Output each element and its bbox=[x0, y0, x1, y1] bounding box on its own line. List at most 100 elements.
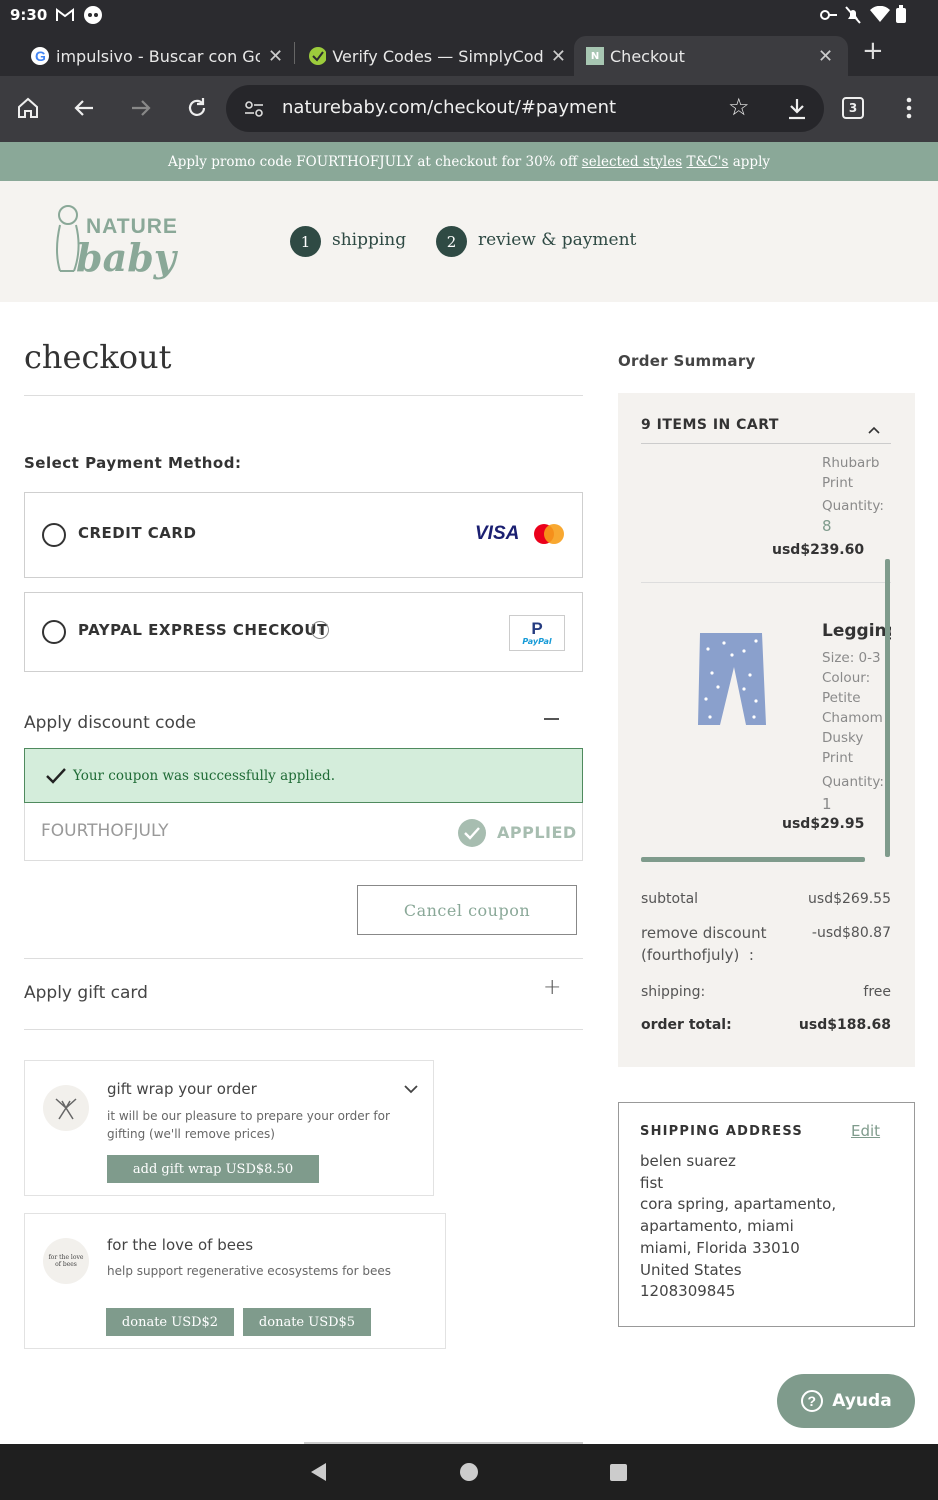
vertical-scrollbar[interactable] bbox=[885, 559, 890, 857]
cancel-coupon-button[interactable]: Cancel coupon bbox=[357, 885, 577, 935]
paypal-option[interactable]: PAYPAL EXPRESS CHECKOUT i P PayPal bbox=[24, 592, 583, 672]
coupon-code-field[interactable]: FOURTHOFJULY APPLIED bbox=[24, 803, 583, 861]
discount-value: -usd$80.87 bbox=[811, 925, 891, 941]
paypal-label: PAYPAL EXPRESS CHECKOUT bbox=[78, 621, 328, 639]
expand-plus-icon[interactable]: + bbox=[543, 975, 561, 1000]
svg-text:?: ? bbox=[808, 1393, 817, 1409]
close-tab-icon[interactable]: ✕ bbox=[268, 46, 283, 67]
add-gift-wrap-button[interactable]: add gift wrap USD$8.50 bbox=[107, 1155, 319, 1183]
logo-text-baby: baby bbox=[76, 235, 176, 280]
home-icon[interactable] bbox=[16, 96, 40, 120]
address-line: 1208309845 bbox=[640, 1282, 736, 1301]
item-1-price: usd$239.60 bbox=[772, 542, 865, 558]
status-time: 9:30 bbox=[10, 6, 48, 24]
help-button[interactable]: ? Ayuda bbox=[777, 1374, 915, 1428]
order-summary-title: Order Summary bbox=[618, 352, 756, 370]
donate-2-button[interactable]: donate USD$2 bbox=[106, 1308, 234, 1336]
nav-recents-icon[interactable] bbox=[609, 1463, 628, 1482]
discount-code-heading[interactable]: Apply discount code bbox=[24, 713, 196, 733]
item-2-qty-value[interactable]: 1 bbox=[822, 794, 884, 814]
svg-text:G: G bbox=[35, 48, 46, 64]
shipping-address-box: SHIPPING ADDRESS Edit belen suarez fist … bbox=[618, 1102, 915, 1327]
divider bbox=[641, 582, 891, 583]
item-1-attr: Print bbox=[822, 475, 854, 491]
nav-home-icon[interactable] bbox=[459, 1462, 479, 1482]
url-text[interactable]: naturebaby.com/checkout/#payment bbox=[282, 97, 616, 118]
reload-icon[interactable] bbox=[186, 97, 208, 119]
forward-icon[interactable] bbox=[130, 97, 152, 119]
coupon-success-alert: Your coupon was successfully applied. bbox=[24, 748, 583, 803]
info-icon[interactable]: i bbox=[311, 621, 329, 639]
credit-card-label: CREDIT CARD bbox=[78, 524, 197, 542]
promo-banner: Apply promo code FOURTHOFJULY at checkou… bbox=[0, 142, 938, 181]
step-shipping-label[interactable]: shipping bbox=[332, 230, 406, 250]
address-line: cora spring, apartamento, bbox=[640, 1195, 837, 1214]
cart-item-2-details: Size: 0-3 Colour: Petite Chamom Dusky Pr… bbox=[822, 648, 884, 814]
nature-baby-logo[interactable]: NATURE baby bbox=[48, 201, 188, 283]
order-summary-panel: 9 ITEMS IN CART Rhubarb Print Quantity: … bbox=[618, 393, 915, 1067]
credit-card-option[interactable]: CREDIT CARD VISA bbox=[24, 492, 583, 578]
collapse-minus-icon[interactable] bbox=[544, 718, 559, 720]
item-2-attr: Petite bbox=[822, 690, 861, 706]
download-icon[interactable] bbox=[787, 97, 807, 121]
remove-discount-link[interactable]: remove discount bbox=[641, 924, 767, 942]
applied-check-icon bbox=[458, 819, 486, 847]
tab-simplycodes[interactable]: Verify Codes — SimplyCodes ✕ bbox=[302, 36, 566, 76]
chevron-down-icon[interactable] bbox=[403, 1083, 419, 1095]
close-tab-icon[interactable]: ✕ bbox=[551, 46, 566, 67]
item-2-attr: Chamom bbox=[822, 710, 883, 726]
item-2-name[interactable]: Legging bbox=[822, 621, 891, 641]
terms-link[interactable]: T&C's bbox=[686, 154, 728, 170]
gift-wrap-card: gift wrap your order it will be our plea… bbox=[24, 1060, 434, 1196]
battery-icon bbox=[896, 5, 906, 23]
help-label: Ayuda bbox=[832, 1391, 892, 1411]
shipping-value: free bbox=[863, 984, 891, 1000]
tab-title: Checkout bbox=[610, 46, 685, 66]
step-review-payment-label[interactable]: review & payment bbox=[478, 230, 636, 250]
tab-checkout[interactable]: N Checkout ✕ bbox=[574, 36, 848, 76]
gift-wrap-bow-icon bbox=[43, 1085, 89, 1131]
horizontal-scrollbar[interactable] bbox=[641, 857, 865, 862]
visa-logo: VISA bbox=[475, 523, 520, 544]
subtotal-label: subtotal bbox=[641, 891, 699, 907]
tab-switcher-button[interactable]: 3 bbox=[842, 97, 864, 119]
cart-items-header[interactable]: 9 ITEMS IN CART bbox=[641, 417, 779, 433]
gmail-icon bbox=[56, 8, 74, 21]
bees-logo: for the love of bees bbox=[43, 1238, 89, 1284]
chevron-up-icon[interactable] bbox=[867, 425, 881, 435]
address-line: apartamento, miami bbox=[640, 1217, 794, 1236]
credit-card-radio[interactable] bbox=[42, 523, 66, 547]
paypal-radio[interactable] bbox=[42, 620, 66, 644]
gift-wrap-title: gift wrap your order bbox=[107, 1080, 257, 1098]
nav-back-icon[interactable] bbox=[308, 1462, 328, 1482]
more-menu-icon[interactable] bbox=[904, 96, 914, 120]
paypal-logo-text: PayPal bbox=[522, 636, 552, 646]
tab-google-search[interactable]: G impulsivo - Buscar con Goog ✕ bbox=[24, 36, 292, 76]
leggings-product-image[interactable] bbox=[696, 629, 768, 731]
donate-5-button[interactable]: donate USD$5 bbox=[243, 1308, 371, 1336]
bees-donation-card: for the love of bees for the love of bee… bbox=[24, 1213, 446, 1349]
item-1-qty-value[interactable]: 8 bbox=[822, 516, 884, 536]
tab-title: impulsivo - Buscar con Goog bbox=[56, 46, 260, 66]
new-tab-icon[interactable]: + bbox=[862, 36, 884, 66]
promo-suffix: apply bbox=[728, 153, 771, 170]
close-tab-icon[interactable]: ✕ bbox=[818, 46, 833, 67]
paypal-p-icon: P bbox=[531, 618, 543, 638]
item-1-attr: Rhubarb bbox=[822, 455, 880, 471]
edit-address-link[interactable]: Edit bbox=[851, 1122, 880, 1140]
address-line: miami, Florida 33010 bbox=[640, 1238, 800, 1257]
checkmark-icon bbox=[46, 767, 66, 784]
back-icon[interactable] bbox=[73, 97, 95, 119]
selected-styles-link[interactable]: selected styles bbox=[582, 154, 682, 170]
address-bar[interactable]: naturebaby.com/checkout/#payment ☆ bbox=[226, 85, 824, 132]
item-2-attr: Print bbox=[822, 750, 854, 766]
site-settings-icon[interactable] bbox=[244, 100, 264, 118]
coupon-code-value[interactable]: FOURTHOFJULY bbox=[41, 821, 169, 841]
gift-card-heading[interactable]: Apply gift card bbox=[24, 983, 148, 1003]
tab-strip: G impulsivo - Buscar con Goog ✕ Verify C… bbox=[0, 30, 938, 76]
shipping-label: shipping: bbox=[641, 984, 706, 1000]
bookmark-star-icon[interactable]: ☆ bbox=[728, 93, 750, 121]
divider bbox=[24, 958, 583, 959]
mastercard-logo-icon bbox=[534, 524, 564, 544]
cart-item-list[interactable]: Rhubarb Print Quantity: 8 usd$239.60 Leg… bbox=[641, 444, 891, 864]
